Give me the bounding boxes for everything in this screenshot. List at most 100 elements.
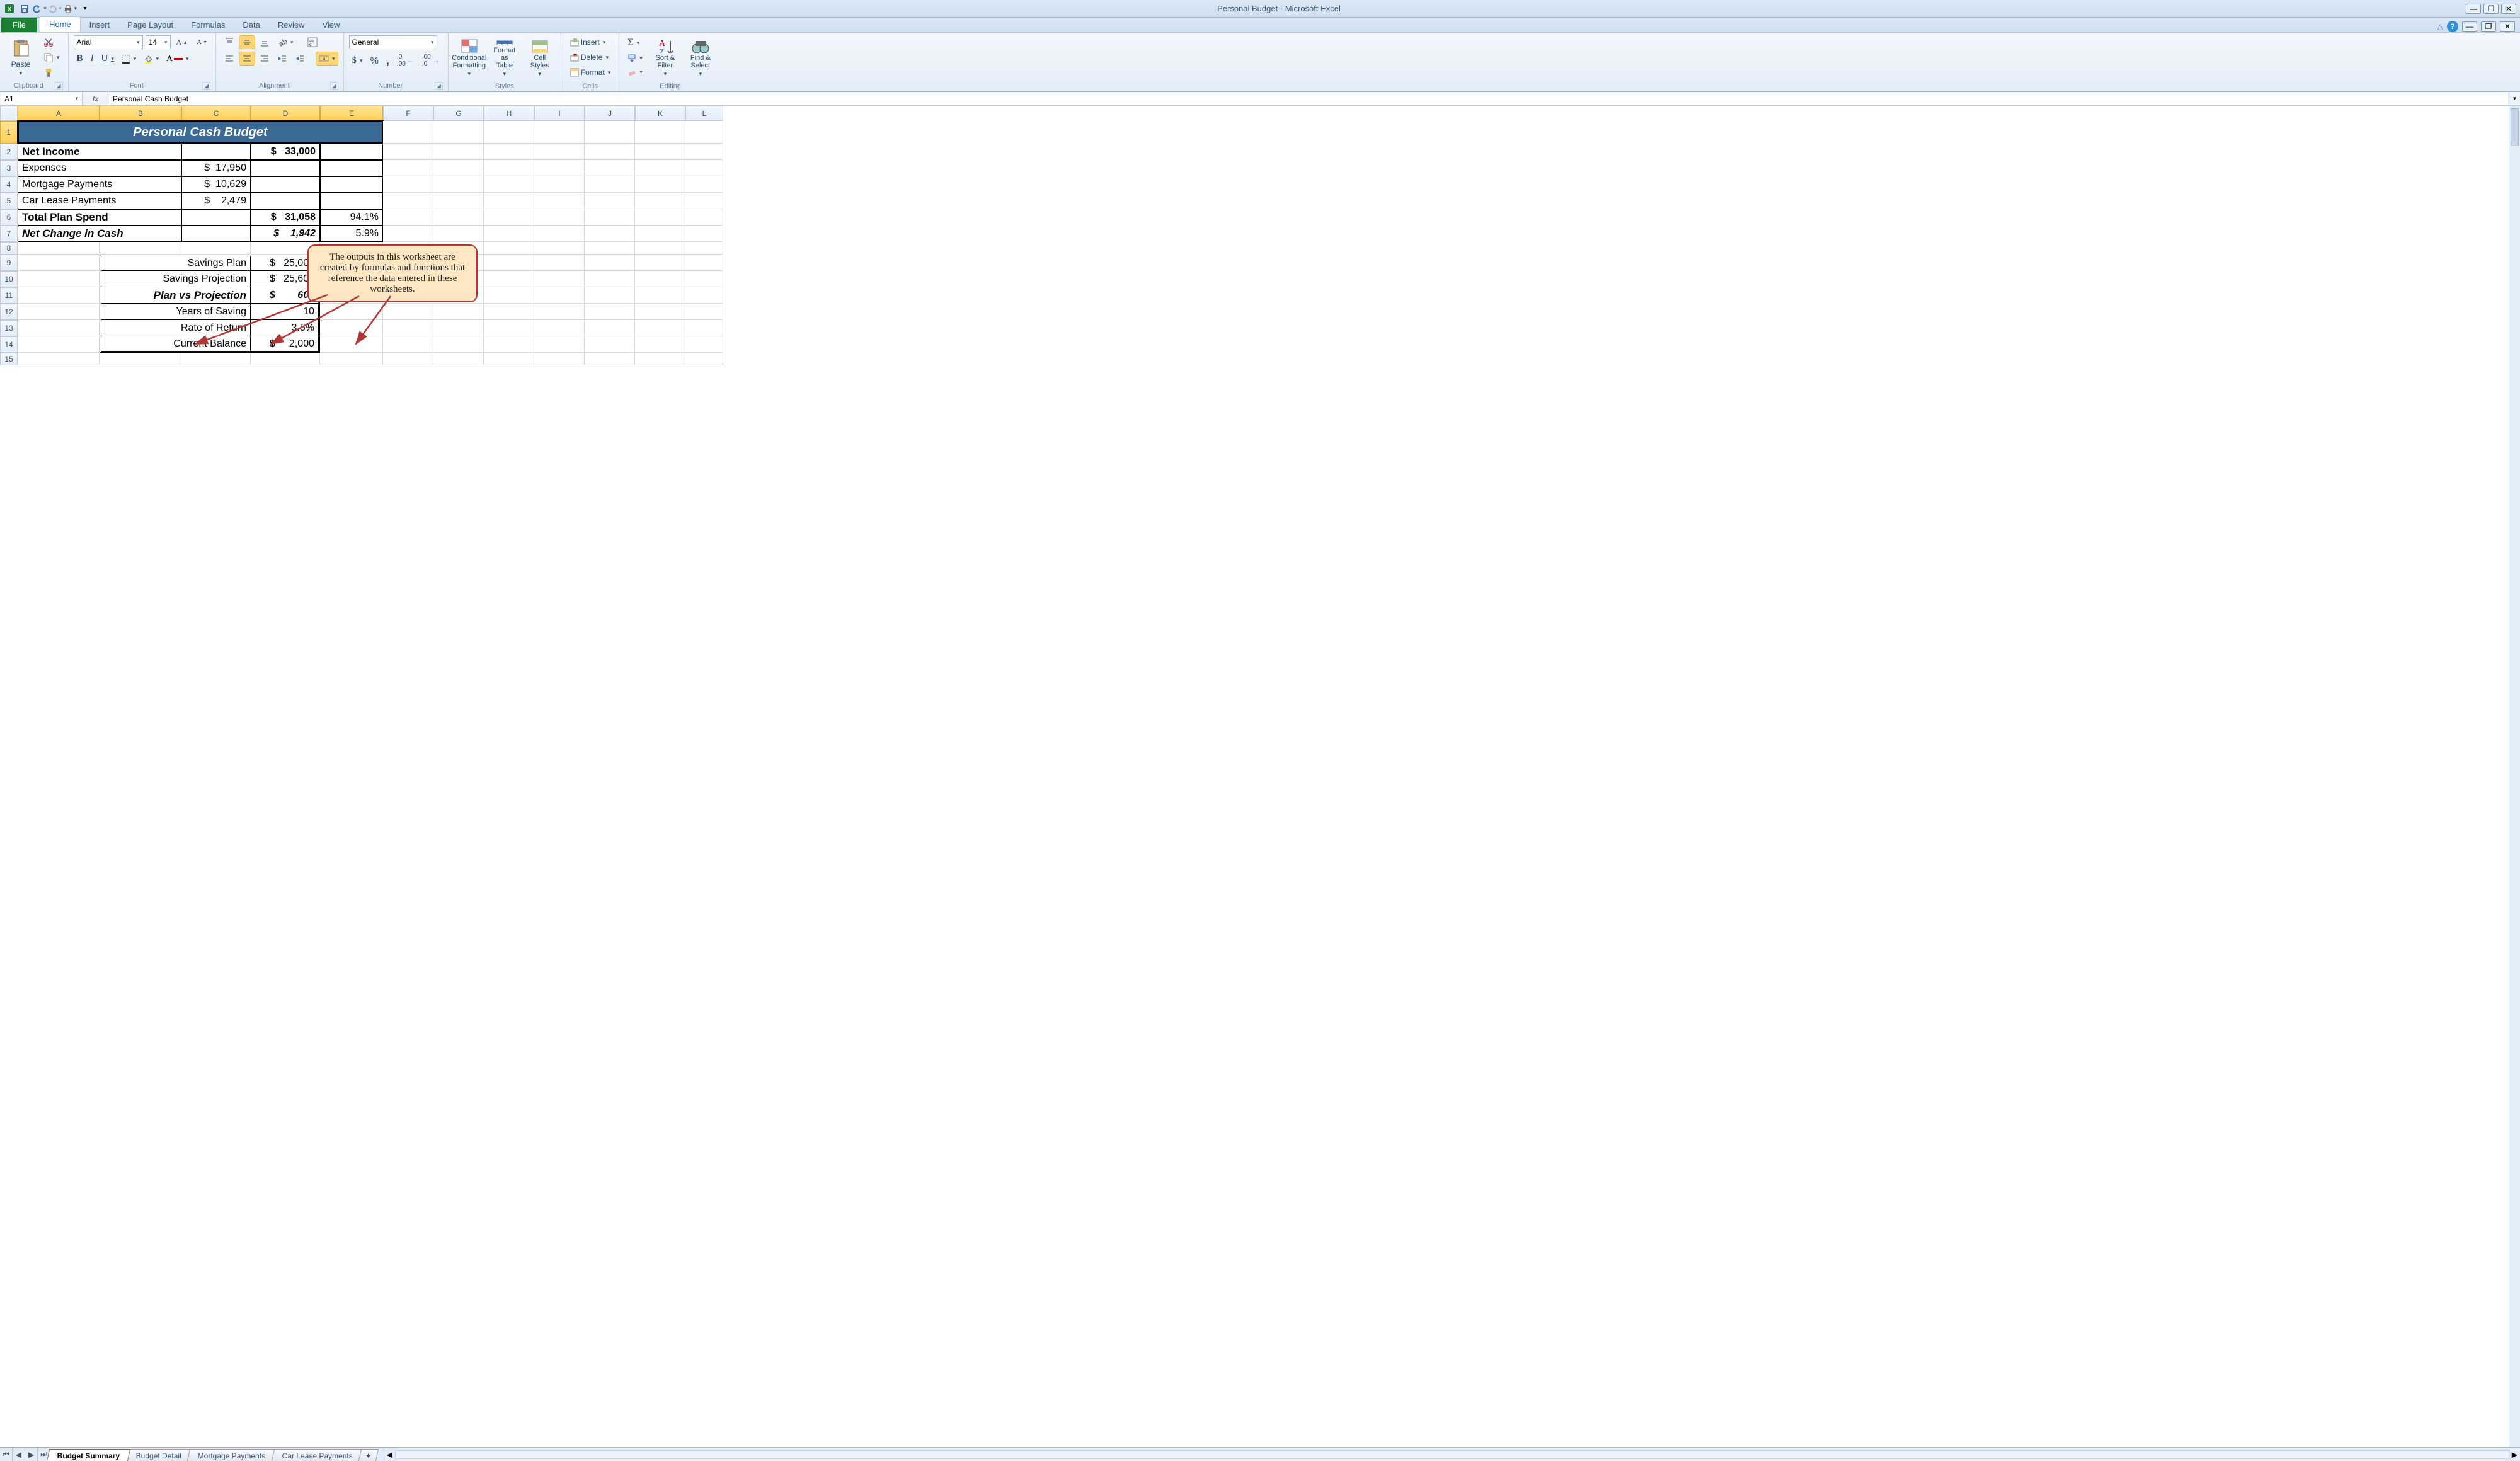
number-launcher[interactable]: ◢	[435, 82, 443, 90]
col-header-C[interactable]: C	[181, 106, 251, 121]
paste-button[interactable]: Paste▾	[5, 35, 37, 79]
row-header-13[interactable]: 13	[0, 320, 18, 336]
row-header-4[interactable]: 4	[0, 176, 18, 193]
cell-D15[interactable]	[251, 353, 320, 365]
ribbon-minimize-icon[interactable]: △	[2437, 22, 2443, 31]
font-launcher[interactable]: ◢	[202, 82, 210, 90]
row-header-9[interactable]: 9	[0, 255, 18, 271]
cell-A8[interactable]	[18, 242, 100, 255]
cell-F4[interactable]	[383, 176, 433, 193]
cell-F15[interactable]	[383, 353, 433, 365]
cell-B10[interactable]: Savings Projection	[100, 271, 251, 287]
merge-center-button[interactable]: a	[316, 52, 338, 66]
row-header-3[interactable]: 3	[0, 160, 18, 176]
align-center[interactable]	[239, 52, 255, 66]
cell-J3[interactable]	[585, 160, 635, 176]
accounting-button[interactable]: $	[349, 52, 366, 69]
cell-I9[interactable]	[534, 255, 585, 271]
percent-button[interactable]: %	[367, 52, 382, 69]
cell-G13[interactable]	[433, 320, 484, 336]
cell-K5[interactable]	[635, 193, 685, 209]
col-header-K[interactable]: K	[635, 106, 685, 121]
cell-J4[interactable]	[585, 176, 635, 193]
cell-H9[interactable]	[484, 255, 534, 271]
col-header-L[interactable]: L	[685, 106, 723, 121]
cell-D4[interactable]	[251, 176, 320, 193]
comma-button[interactable]: ,	[383, 52, 392, 69]
cell-F7[interactable]	[383, 226, 433, 242]
cell-B13[interactable]: Rate of Return	[100, 320, 251, 336]
cell-L9[interactable]	[685, 255, 723, 271]
qat-print[interactable]	[63, 2, 77, 16]
cell-I8[interactable]	[534, 242, 585, 255]
cell-H15[interactable]	[484, 353, 534, 365]
cell-L3[interactable]	[685, 160, 723, 176]
col-header-J[interactable]: J	[585, 106, 635, 121]
cell-F2[interactable]	[383, 144, 433, 160]
cell-J14[interactable]	[585, 336, 635, 353]
cell-J8[interactable]	[585, 242, 635, 255]
cell-K6[interactable]	[635, 209, 685, 226]
autosum-button[interactable]: Σ	[624, 35, 646, 50]
cell-D14[interactable]: $ 2,000	[251, 336, 320, 353]
cell-G1[interactable]	[433, 121, 484, 144]
formula-input[interactable]: Personal Cash Budget	[109, 93, 2508, 105]
row-header-1[interactable]: 1	[0, 121, 18, 144]
orientation-button[interactable]: ab	[274, 35, 297, 49]
cell-A1[interactable]: Personal Cash Budget	[18, 121, 383, 144]
clipboard-launcher[interactable]: ◢	[55, 82, 63, 90]
cell-I14[interactable]	[534, 336, 585, 353]
row-header-5[interactable]: 5	[0, 193, 18, 209]
cell-A13[interactable]	[18, 320, 100, 336]
sheet-tab-new[interactable]: ✦	[358, 1449, 379, 1461]
cell-F5[interactable]	[383, 193, 433, 209]
cell-K13[interactable]	[635, 320, 685, 336]
cell-J7[interactable]	[585, 226, 635, 242]
sheet-tab-car-lease-payments[interactable]: Car Lease Payments	[272, 1449, 364, 1461]
cell-J11[interactable]	[585, 287, 635, 304]
cell-H10[interactable]	[484, 271, 534, 287]
cell-D12[interactable]: 10	[251, 304, 320, 320]
cell-D5[interactable]	[251, 193, 320, 209]
cell-H7[interactable]	[484, 226, 534, 242]
qat-redo[interactable]	[48, 2, 62, 16]
cell-E13[interactable]	[320, 320, 383, 336]
cell-L15[interactable]	[685, 353, 723, 365]
sheet-tab-budget-summary[interactable]: Budget Summary	[47, 1449, 130, 1461]
font-color-button[interactable]: A	[163, 52, 192, 66]
cell-B15[interactable]	[100, 353, 181, 365]
cell-L6[interactable]	[685, 209, 723, 226]
cell-A5[interactable]: Car Lease Payments	[18, 193, 181, 209]
cell-C8[interactable]	[181, 242, 251, 255]
col-header-A[interactable]: A	[18, 106, 100, 121]
cell-I3[interactable]	[534, 160, 585, 176]
cell-K7[interactable]	[635, 226, 685, 242]
col-header-B[interactable]: B	[100, 106, 181, 121]
cell-I11[interactable]	[534, 287, 585, 304]
cell-G12[interactable]	[433, 304, 484, 320]
row-header-11[interactable]: 11	[0, 287, 18, 304]
cell-I12[interactable]	[534, 304, 585, 320]
sheet-tab-budget-detail[interactable]: Budget Detail	[125, 1449, 192, 1461]
number-format-combo[interactable]: General▾	[349, 35, 437, 49]
cell-K11[interactable]	[635, 287, 685, 304]
fill-button[interactable]	[624, 52, 646, 64]
cell-F3[interactable]	[383, 160, 433, 176]
tab-nav-prev[interactable]: ◀	[13, 1448, 25, 1461]
minimize-button[interactable]: ―	[2466, 4, 2481, 14]
row-header-8[interactable]: 8	[0, 242, 18, 255]
row-header-7[interactable]: 7	[0, 226, 18, 242]
col-header-D[interactable]: D	[251, 106, 320, 121]
cell-K10[interactable]	[635, 271, 685, 287]
formula-expand[interactable]: ▾	[2509, 92, 2520, 105]
cell-D7[interactable]: $ 1,942	[251, 226, 320, 242]
cell-K4[interactable]	[635, 176, 685, 193]
cell-H12[interactable]	[484, 304, 534, 320]
cell-E5[interactable]	[320, 193, 383, 209]
cell-L12[interactable]	[685, 304, 723, 320]
cell-K8[interactable]	[635, 242, 685, 255]
cell-E14[interactable]	[320, 336, 383, 353]
cell-G2[interactable]	[433, 144, 484, 160]
delete-cells-button[interactable]: Delete	[566, 50, 614, 64]
cell-I6[interactable]	[534, 209, 585, 226]
